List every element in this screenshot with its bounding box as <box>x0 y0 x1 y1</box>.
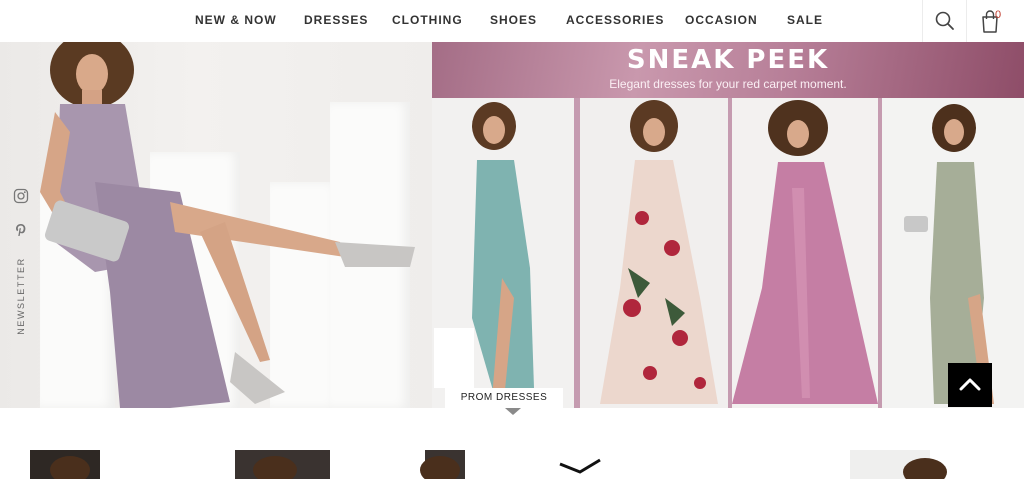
next-section-image-strip <box>30 450 947 479</box>
instagram-icon <box>13 188 29 204</box>
product-tile-pink-satin[interactable] <box>732 98 878 408</box>
caret-down-icon <box>505 408 521 415</box>
instagram-link[interactable] <box>13 188 29 204</box>
model-sage-sequin-dress-image <box>882 98 1024 408</box>
nav-item-accessories[interactable]: ACCESSORIES <box>566 13 664 27</box>
product-tile-sequin-sage[interactable] <box>882 98 1024 408</box>
prom-dresses-link[interactable]: PROM DRESSES <box>445 388 563 408</box>
model-lavender-gown-image <box>40 42 415 408</box>
model-floral-dress-image <box>580 98 728 408</box>
pinterest-icon <box>16 224 26 236</box>
main-nav: NEW & NOW DRESSES CLOTHING SHOES ACCESSO… <box>0 0 1024 42</box>
back-to-top-button[interactable] <box>948 363 992 407</box>
hero-left-image <box>0 42 432 408</box>
site-header: NEW & NOW DRESSES CLOTHING SHOES ACCESSO… <box>0 0 1024 42</box>
hero-subtitle: Elegant dresses for your red carpet mome… <box>609 77 847 91</box>
newsletter-label: NEWSLETTER <box>15 257 26 335</box>
newsletter-tab[interactable]: NEWSLETTER <box>0 255 44 345</box>
header-divider <box>966 0 967 42</box>
nav-item-shoes[interactable]: SHOES <box>490 13 537 27</box>
nav-item-new-and-now[interactable]: NEW & NOW <box>195 13 277 27</box>
search-button[interactable] <box>933 10 957 32</box>
search-icon <box>935 11 954 30</box>
chevron-up-icon <box>959 378 981 391</box>
cart-count-badge: 0 <box>995 9 1002 21</box>
model-mint-dress-image <box>432 98 574 408</box>
hero-banner[interactable]: SNEAK PEEK Elegant dresses for your red … <box>0 42 1024 408</box>
nav-item-clothing[interactable]: CLOTHING <box>392 13 463 27</box>
pinterest-link[interactable] <box>13 222 29 238</box>
model-pink-satin-dress-image <box>732 98 878 408</box>
nav-item-sale[interactable]: SALE <box>787 13 823 27</box>
header-divider <box>922 0 923 42</box>
next-section-preview <box>0 450 1024 479</box>
product-tile-mint-satin[interactable] <box>432 98 574 408</box>
nav-item-occasion[interactable]: OCCASION <box>685 13 758 27</box>
hero-title: SNEAK PEEK <box>626 45 830 75</box>
product-tile-floral-gown[interactable] <box>580 98 728 408</box>
nav-item-dresses[interactable]: DRESSES <box>304 13 368 27</box>
